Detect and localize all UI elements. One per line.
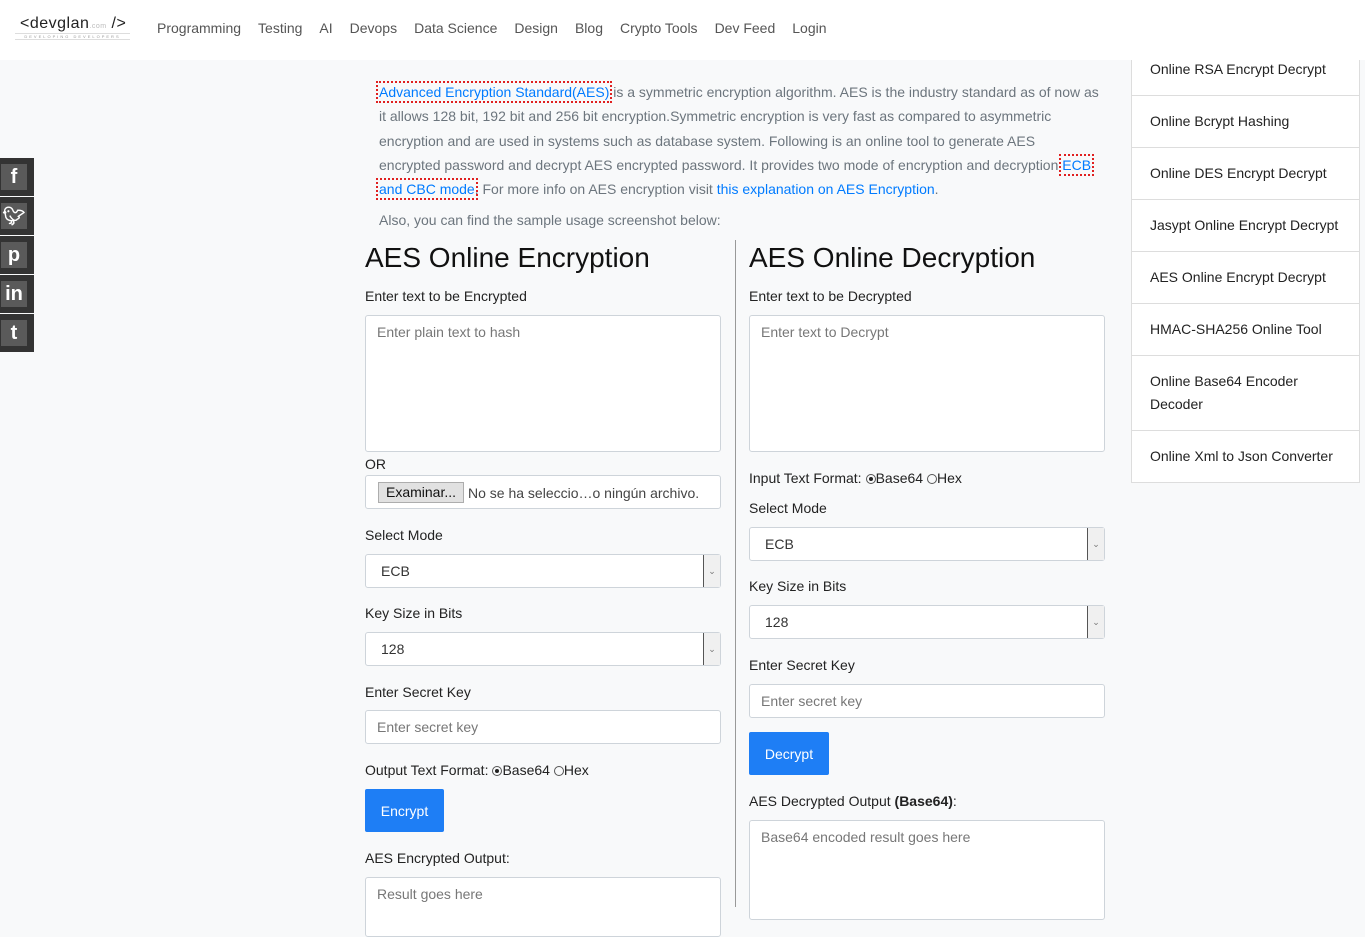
nav-ai[interactable]: AI [319, 20, 332, 36]
twitter-share[interactable]: 🐦︎ [0, 197, 34, 235]
pinterest-share[interactable]: p [0, 236, 34, 274]
selected-mode: ECB [381, 563, 410, 579]
radio-base64[interactable] [492, 766, 503, 776]
file-input[interactable]: Examinar... No se ha seleccio…o ningún a… [365, 475, 721, 509]
decrypt-secret-label: Enter Secret Key [749, 657, 855, 673]
linkedin-icon: in [1, 281, 27, 307]
encrypt-mode-select[interactable]: ECB ⌄ [365, 554, 721, 588]
encrypt-secret-label: Enter Secret Key [365, 684, 471, 700]
column-divider [735, 240, 736, 907]
chevron-down-icon: ⌄ [1087, 606, 1104, 638]
file-status: No se ha seleccio…o ningún archivo. [468, 485, 700, 501]
encrypt-button[interactable]: Encrypt [365, 789, 444, 832]
sidebar-item-bcrypt[interactable]: Online Bcrypt Hashing [1132, 95, 1359, 147]
output-format-label: Output Text Format: [365, 762, 489, 778]
selected-keysize: 128 [381, 641, 405, 657]
decrypt-secret-input[interactable]: Enter secret key [749, 684, 1105, 718]
encrypt-mode-label: Select Mode [365, 527, 443, 543]
encrypt-text-input[interactable]: Enter plain text to hash [365, 315, 721, 452]
intro-text: . For more info on AES encryption visit [474, 181, 717, 198]
sidebar-item-jasypt[interactable]: Jasypt Online Encrypt Decrypt [1132, 199, 1359, 251]
facebook-share[interactable]: f [0, 158, 34, 196]
radio-base64-label: Base64 [875, 470, 924, 486]
nav-blog[interactable]: Blog [575, 20, 603, 36]
decrypt-text-label: Enter text to be Decrypted [749, 288, 912, 304]
radio-base64-label: Base64 [502, 762, 550, 778]
twitter-icon: 🐦︎ [1, 203, 27, 229]
radio-hex-label: Hex [563, 762, 589, 778]
input-format: Input Text Format: Base64 Hex [749, 470, 962, 486]
nav-testing[interactable]: Testing [258, 20, 302, 36]
nav-dev-feed[interactable]: Dev Feed [715, 20, 776, 36]
label-format: (Base64) [894, 793, 953, 809]
decrypt-button[interactable]: Decrypt [749, 732, 829, 775]
radio-base64[interactable] [865, 474, 876, 484]
encrypt-output[interactable]: Result goes here [365, 877, 721, 937]
output-format: Output Text Format: Base64 Hex [365, 762, 589, 778]
facebook-icon: f [1, 164, 27, 190]
pinterest-icon: p [1, 242, 27, 268]
logo-tagline: DEVELOPING DEVELOPERS [15, 33, 130, 40]
encryption-title: AES Online Encryption [365, 242, 650, 273]
intro-paragraph: Advanced Encryption Standard(AES) is a s… [375, 80, 1099, 201]
nav-design[interactable]: Design [514, 20, 558, 36]
radio-hex[interactable] [926, 474, 937, 484]
decrypt-mode-select[interactable]: ECB ⌄ [749, 527, 1105, 561]
or-label: OR [365, 456, 386, 472]
tumblr-share[interactable]: t [0, 314, 34, 352]
nav-devops[interactable]: Devops [350, 20, 397, 36]
sidebar-tools: Online RSA Encrypt Decrypt Online Bcrypt… [1131, 44, 1360, 483]
sidebar-item-hmac[interactable]: HMAC-SHA256 Online Tool [1132, 303, 1359, 355]
logo[interactable]: <devglan.com /> DEVELOPING DEVELOPERS [15, 14, 130, 42]
aes-explanation-link[interactable]: this explanation on AES Encryption [717, 181, 935, 197]
nav-programming[interactable]: Programming [157, 20, 241, 36]
logo-com: .com [89, 23, 107, 30]
chevron-down-icon: ⌄ [703, 633, 720, 665]
social-share-bar: f 🐦︎ p in t [0, 158, 34, 353]
sidebar-item-xml-json[interactable]: Online Xml to Json Converter [1132, 430, 1359, 482]
encrypt-output-label: AES Encrypted Output: [365, 850, 510, 866]
decrypt-mode-label: Select Mode [749, 500, 827, 516]
sidebar-item-aes[interactable]: AES Online Encrypt Decrypt [1132, 251, 1359, 303]
encrypt-keysize-label: Key Size in Bits [365, 605, 463, 621]
chevron-down-icon: ⌄ [1087, 528, 1104, 560]
encrypt-secret-input[interactable]: Enter secret key [365, 710, 721, 744]
encrypt-keysize-select[interactable]: 128 ⌄ [365, 632, 721, 666]
decryption-title: AES Online Decryption [749, 242, 1036, 273]
sidebar-item-des[interactable]: Online DES Encrypt Decrypt [1132, 147, 1359, 199]
logo-text: <devglan [20, 15, 90, 32]
selected-mode: ECB [765, 536, 794, 552]
nav-crypto-tools[interactable]: Crypto Tools [620, 20, 698, 36]
nav-login[interactable]: Login [792, 20, 826, 36]
navbar: <devglan.com /> DEVELOPING DEVELOPERS Pr… [0, 0, 1365, 60]
nav-data-science[interactable]: Data Science [414, 20, 497, 36]
encrypt-text-label: Enter text to be Encrypted [365, 288, 527, 304]
sidebar-item-base64[interactable]: Online Base64 Encoder Decoder [1132, 355, 1359, 430]
decrypt-keysize-label: Key Size in Bits [749, 578, 847, 594]
decrypt-keysize-select[interactable]: 128 ⌄ [749, 605, 1105, 639]
sample-note: Also, you can find the sample usage scre… [379, 212, 721, 228]
radio-hex-label: Hex [936, 470, 962, 486]
decrypt-output-label: AES Decrypted Output (Base64): [749, 793, 957, 809]
linkedin-share[interactable]: in [0, 275, 34, 313]
chevron-down-icon: ⌄ [703, 555, 720, 587]
label-text: AES Decrypted Output [749, 793, 895, 809]
radio-hex[interactable] [553, 766, 564, 776]
browse-button[interactable]: Examinar... [378, 482, 465, 503]
decrypt-output[interactable]: Base64 encoded result goes here [749, 820, 1105, 920]
aes-link[interactable]: Advanced Encryption Standard(AES) [375, 81, 613, 103]
selected-keysize: 128 [765, 614, 789, 630]
decrypt-text-input[interactable]: Enter text to Decrypt [749, 315, 1105, 452]
label-colon: : [952, 793, 957, 809]
tumblr-icon: t [1, 320, 27, 346]
intro-text: . [934, 181, 939, 198]
logo-close: /> [111, 15, 127, 32]
input-format-label: Input Text Format: [749, 470, 862, 486]
